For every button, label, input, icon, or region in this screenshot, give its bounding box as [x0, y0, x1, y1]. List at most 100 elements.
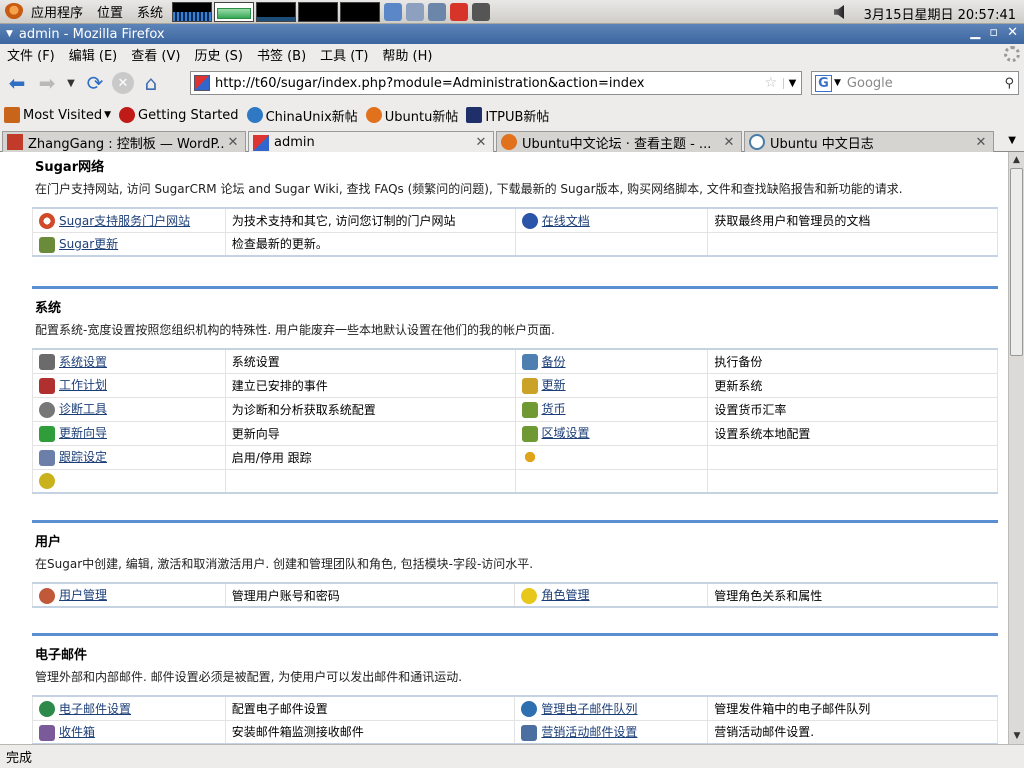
database-icon[interactable] — [39, 472, 55, 489]
link-backup[interactable]: 备份 — [542, 355, 566, 369]
menu-file[interactable]: 文件 (F) — [0, 45, 62, 64]
arrow-up-icon — [39, 425, 55, 442]
tab-label: Ubuntu 中文日志 — [770, 136, 874, 152]
search-icon[interactable]: ⚲ — [1004, 76, 1014, 91]
search-engine-icon[interactable]: G — [815, 74, 832, 92]
scroll-up-icon[interactable]: ▲ — [1009, 152, 1024, 168]
tab-ubuntu-forum[interactable]: Ubuntu中文论坛 · 查看主题 - ... ✕ — [496, 131, 742, 152]
lifebuoy-icon — [39, 213, 55, 229]
link-email-settings[interactable]: 电子邮件设置 — [59, 702, 131, 716]
home-button[interactable]: ⌂ — [138, 70, 164, 96]
memory-monitor-icon[interactable] — [214, 1, 255, 22]
menu-view[interactable]: 查看 (V) — [124, 45, 187, 64]
table-cell: 管理用户账号和密码 — [224, 582, 516, 607]
table-cell: Sugar支持服务门户网站 — [32, 207, 226, 232]
table-cell: 管理电子邮件队列 — [514, 695, 709, 720]
close-icon[interactable]: ✕ — [473, 135, 489, 150]
link-diagnostic-tool[interactable]: 诊断工具 — [59, 402, 107, 416]
table-cell: 为诊断和分析获取系统配置 — [224, 396, 516, 421]
link-role-management[interactable]: 角色管理 — [541, 588, 589, 602]
search-engine-dropdown-icon[interactable]: ▼ — [834, 78, 841, 88]
backup-icon — [521, 354, 538, 370]
link-sugar-updates[interactable]: Sugar更新 — [59, 237, 118, 251]
swap-monitor-icon[interactable] — [298, 1, 339, 22]
firefox-launcher-icon[interactable] — [384, 2, 403, 21]
bookmarks-toolbar: Most Visited ▼ Getting Started ChinaUnix… — [0, 104, 1024, 126]
close-icon[interactable]: ✕ — [973, 135, 989, 150]
url-bar[interactable]: http://t60/sugar/index.php?module=Admini… — [190, 71, 802, 95]
network-manager-icon[interactable] — [428, 2, 447, 21]
minimize-icon[interactable]: ▁ — [970, 25, 980, 40]
menu-history[interactable]: 历史 (S) — [187, 45, 250, 64]
search-input[interactable]: Google — [847, 76, 1005, 91]
volume-icon[interactable] — [834, 5, 844, 19]
panel-clock[interactable]: 3月15日星期日 20:57:41 — [864, 4, 1016, 23]
link-tracker-settings[interactable]: 跟踪设定 — [59, 450, 107, 464]
reload-icon: ⟳ — [86, 71, 104, 95]
menu-bookmarks[interactable]: 书签 (B) — [250, 45, 313, 64]
link-online-docs[interactable]: 在线文档 — [542, 214, 590, 228]
panel-menu-system[interactable]: 系统 — [130, 2, 170, 21]
link-user-management[interactable]: 用户管理 — [59, 588, 107, 602]
bookmark-star-icon[interactable]: ☆ — [764, 75, 777, 91]
link-system-settings[interactable]: 系统设置 — [59, 355, 107, 369]
section-description: 在Sugar中创建, 编辑, 激活和取消激活用户. 创建和管理团队和角色, 包括… — [35, 557, 534, 571]
scroll-down-icon[interactable]: ▼ — [1009, 728, 1024, 744]
history-dropdown-button[interactable]: ▼ — [64, 70, 78, 96]
url-dropdown-icon[interactable]: ▼ — [783, 77, 801, 89]
tab-wordpress[interactable]: ZhangGang : 控制板 — WordP... ✕ — [2, 131, 246, 152]
menu-bar: 文件 (F) 编辑 (E) 查看 (V) 历史 (S) 书签 (B) 工具 (T… — [0, 44, 1024, 65]
maximize-icon[interactable]: ▫ — [989, 25, 998, 40]
link-upgrade-wizard[interactable]: 更新向导 — [59, 426, 107, 440]
page-scrollbar[interactable]: ▲ ▼ — [1008, 152, 1024, 744]
url-input[interactable]: http://t60/sugar/index.php?module=Admini… — [215, 76, 764, 91]
panel-menu-applications[interactable]: 应用程序 — [24, 2, 90, 21]
table-cell — [224, 468, 516, 493]
link-email-queue[interactable]: 管理电子邮件队列 — [541, 702, 637, 716]
bookmarks-folder-icon — [4, 107, 20, 123]
link-campaign-email-settings[interactable]: 营销活动邮件设置 — [541, 725, 637, 739]
close-icon[interactable]: ✕ — [225, 135, 241, 150]
table-cell: 收件箱 — [32, 719, 226, 744]
tab-ubuntu-blog[interactable]: Ubuntu 中文日志 ✕ — [744, 131, 994, 152]
input-method-icon[interactable] — [450, 2, 469, 21]
email-queue-icon — [521, 701, 538, 717]
link-scheduler[interactable]: 工作计划 — [59, 378, 107, 392]
bookmark-ubuntu[interactable]: Ubuntu新帖 — [365, 106, 458, 125]
link-inbox[interactable]: 收件箱 — [59, 725, 95, 739]
mail-launcher-icon[interactable] — [406, 2, 425, 21]
stop-button[interactable]: ✕ — [112, 72, 134, 94]
reload-button[interactable]: ⟳ — [82, 70, 108, 96]
table-cell: 管理发件箱中的电子邮件队列 — [707, 695, 998, 720]
network-monitor-icon[interactable] — [256, 1, 297, 22]
table-cell: 系统设置 — [32, 348, 226, 373]
list-all-tabs-icon[interactable]: ▼ — [1008, 135, 1016, 146]
bookmark-itpub[interactable]: ITPUB新帖 — [466, 106, 549, 125]
window-menu-icon[interactable]: ▼ — [6, 29, 13, 39]
panel-menu-places[interactable]: 位置 — [90, 2, 130, 21]
link-locale[interactable]: 区域设置 — [542, 426, 590, 440]
scrollbar-thumb[interactable] — [1010, 168, 1023, 356]
close-icon[interactable]: ✕ — [721, 135, 737, 150]
sun-icon[interactable] — [521, 449, 538, 465]
bookmark-getting-started[interactable]: Getting Started — [119, 107, 239, 123]
menu-help[interactable]: 帮助 (H) — [375, 45, 439, 64]
screenshot-icon[interactable] — [472, 2, 491, 21]
search-bar[interactable]: G ▼ Google ⚲ — [811, 71, 1019, 95]
link-sugar-support-portal[interactable]: Sugar支持服务门户网站 — [59, 214, 190, 228]
menu-edit[interactable]: 编辑 (E) — [62, 45, 125, 64]
table-cell: 启用/停用 跟踪 — [224, 444, 516, 469]
load-monitor-icon[interactable] — [340, 1, 381, 22]
link-upgrade[interactable]: 更新 — [542, 378, 566, 392]
forward-button[interactable]: ➡ — [34, 70, 60, 96]
menu-tools[interactable]: 工具 (T) — [313, 45, 375, 64]
bookmark-chinaunix[interactable]: ChinaUnix新帖 — [246, 106, 358, 125]
section-divider — [32, 520, 998, 523]
back-button[interactable]: ⬅ — [4, 70, 30, 96]
cpu-monitor-icon[interactable] — [172, 1, 213, 22]
ubuntu-logo-icon[interactable] — [4, 2, 24, 21]
link-currency[interactable]: 货币 — [542, 402, 566, 416]
bookmark-most-visited[interactable]: Most Visited ▼ — [4, 107, 111, 123]
close-window-icon[interactable]: ✕ — [1007, 25, 1018, 40]
tab-admin[interactable]: admin ✕ — [248, 131, 494, 153]
